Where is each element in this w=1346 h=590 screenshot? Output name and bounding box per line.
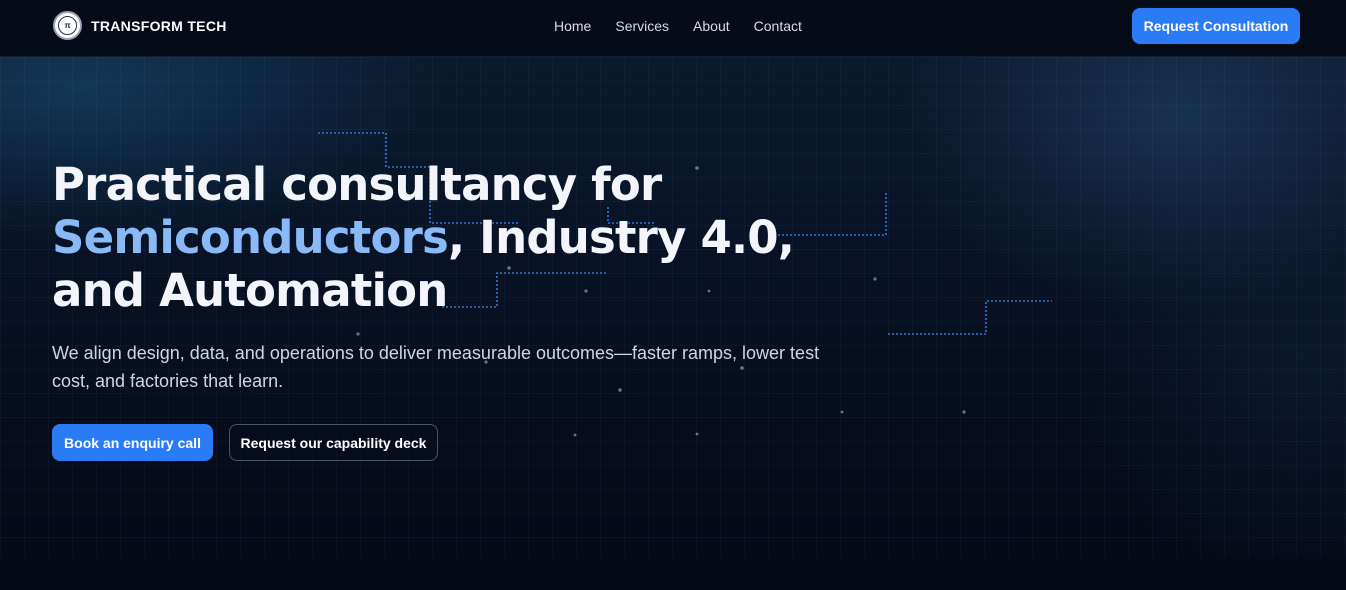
request-capability-deck-button[interactable]: Request our capability deck: [229, 424, 438, 461]
headline-accent: Semiconductors: [52, 211, 449, 264]
headline-line-1: Practical consultancy for: [52, 158, 662, 211]
site-header: π TRANSFORM TECH Home Services About Con…: [0, 0, 1346, 57]
brand-name: TRANSFORM TECH: [91, 17, 227, 34]
nav-about[interactable]: About: [693, 17, 730, 35]
nav-contact[interactable]: Contact: [754, 17, 802, 35]
logo-glyph: π: [64, 21, 71, 30]
headline-line-2: , Industry 4.0,: [448, 211, 795, 264]
hero-headline: Practical consultancy for Semiconductors…: [52, 158, 812, 317]
logo-link[interactable]: π TRANSFORM TECH: [53, 11, 227, 40]
nav-services[interactable]: Services: [615, 17, 669, 35]
main-nav: Home Services About Contact: [554, 17, 826, 35]
nav-home[interactable]: Home: [554, 17, 591, 35]
page: π TRANSFORM TECH Home Services About Con…: [0, 0, 1346, 590]
request-consultation-button[interactable]: Request Consultation: [1132, 8, 1300, 44]
hero-section: Practical consultancy for Semiconductors…: [0, 57, 1346, 557]
brand-seal-icon: π: [53, 11, 82, 40]
headline-line-3: and Automation: [52, 264, 448, 317]
book-enquiry-call-button[interactable]: Book an enquiry call: [52, 424, 213, 461]
hero-subtext: We align design, data, and operations to…: [52, 343, 820, 391]
